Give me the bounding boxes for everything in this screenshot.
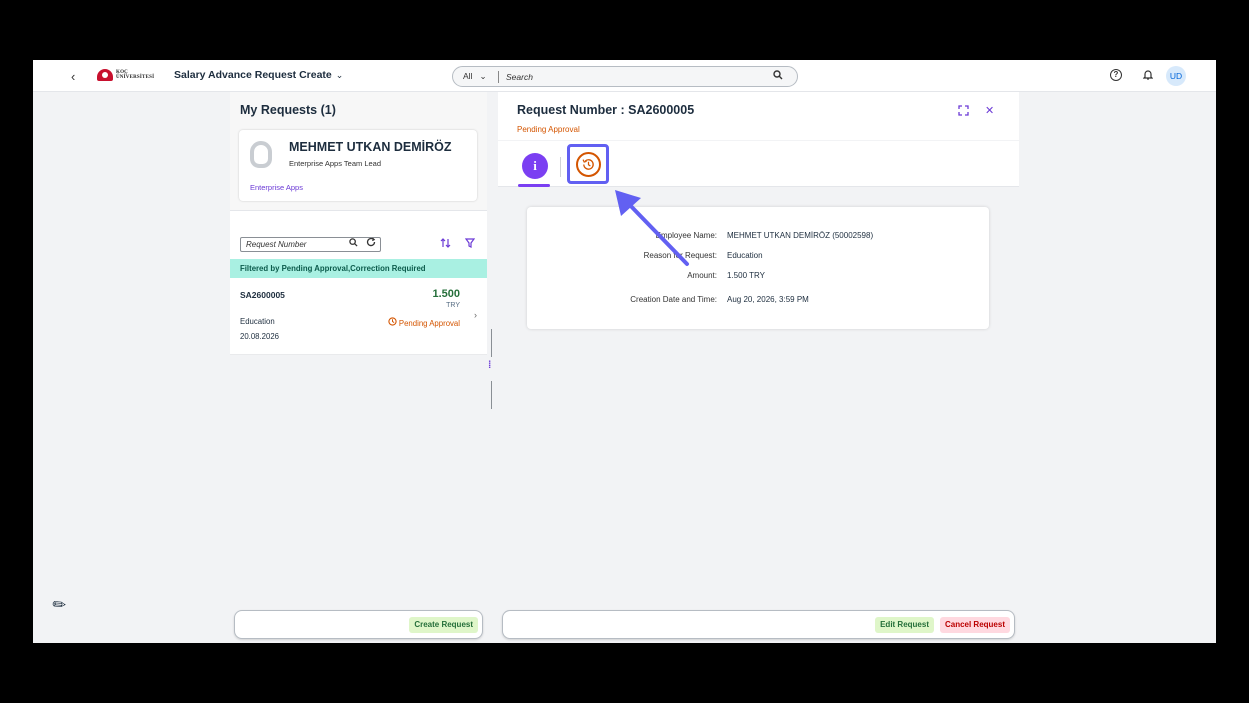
status-badge: Pending Approval — [388, 317, 460, 328]
background-area — [1019, 92, 1216, 643]
amount-label: Amount: — [687, 271, 717, 280]
created-value: Aug 20, 2026, 3:59 PM — [727, 295, 809, 304]
history-icon[interactable] — [576, 152, 601, 177]
search-scope-value: All — [463, 71, 473, 81]
requests-header: My Requests (1) MEHMET UTKAN DEMİRÖZ Ent… — [230, 92, 487, 211]
close-icon[interactable]: ✕ — [985, 104, 994, 117]
employee-name: MEHMET UTKAN DEMİRÖZ — [289, 140, 452, 154]
sort-icon[interactable] — [440, 238, 451, 251]
pane-splitter[interactable]: ⁞ — [488, 92, 496, 643]
detail-title: Request Number : SA2600005 — [517, 103, 695, 117]
list-toolbar: Request Number — [230, 211, 487, 259]
fullscreen-icon[interactable] — [958, 105, 969, 119]
shell-bar: ‹ KOÇ ÜNİVERSİTESİ Salary Advance Request… — [33, 60, 1216, 92]
help-icon[interactable]: ? — [1110, 69, 1122, 81]
request-date: 20.08.2026 — [240, 332, 280, 341]
reason-value: Education — [727, 251, 763, 260]
request-currency: TRY — [446, 302, 460, 309]
request-reason: Education — [240, 317, 275, 326]
splitter-line — [491, 329, 492, 357]
notification-bell-icon[interactable] — [1142, 69, 1154, 83]
right-footer-toolbar: Edit Request Cancel Request — [502, 610, 1015, 639]
employee-value: MEHMET UTKAN DEMİRÖZ (50002598) — [727, 231, 874, 240]
filter-icon[interactable] — [464, 238, 476, 251]
chevron-down-icon: ⌄ — [479, 71, 487, 81]
selected-tab-indicator — [518, 184, 550, 187]
list-empty-area — [230, 355, 487, 643]
amount-value: 1.500 TRY — [727, 271, 765, 280]
cancel-request-button[interactable]: Cancel Request — [939, 617, 1010, 633]
search-icon[interactable] — [773, 70, 797, 83]
app-screen: ‹ KOÇ ÜNİVERSİTESİ Salary Advance Request… — [33, 60, 1216, 643]
koc-university-logo[interactable]: KOÇ ÜNİVERSİTESİ — [97, 69, 154, 81]
request-number-search[interactable]: Request Number — [240, 237, 381, 252]
create-request-button[interactable]: Create Request — [409, 617, 478, 633]
drag-handle-icon[interactable]: ⁞ — [488, 360, 491, 371]
requests-list-pane: My Requests (1) MEHMET UTKAN DEMİRÖZ Ent… — [230, 92, 487, 643]
refresh-icon[interactable] — [366, 237, 376, 251]
detail-tabs: i — [498, 141, 1019, 187]
user-avatar[interactable]: UD — [1166, 66, 1186, 86]
edit-request-button[interactable]: Edit Request — [875, 617, 934, 633]
chevron-right-icon: › — [474, 310, 477, 320]
left-footer-toolbar: Create Request — [234, 610, 483, 639]
tab-information[interactable]: i — [522, 153, 548, 179]
person-placeholder-icon — [250, 141, 272, 168]
request-info-card: Employee Name: MEHMET UTKAN DEMİRÖZ (500… — [527, 207, 989, 329]
global-search: All ⌄ Search — [452, 66, 798, 87]
request-status: Pending Approval — [398, 319, 460, 328]
employee-card: MEHMET UTKAN DEMİRÖZ Enterprise Apps Tea… — [239, 130, 477, 201]
filter-info-bar: Filtered by Pending Approval,Correction … — [230, 259, 487, 278]
pencil-tool-icon[interactable]: ✎ — [48, 593, 71, 617]
tab-history-highlight — [567, 144, 609, 184]
detail-header: Request Number : SA2600005 Pending Appro… — [498, 92, 1019, 140]
app-title: Salary Advance Request Create — [174, 69, 332, 81]
request-search-placeholder: Request Number — [246, 240, 307, 249]
splitter-line — [491, 381, 492, 409]
detail-status: Pending Approval — [517, 125, 580, 134]
chevron-down-icon: ⌄ — [335, 70, 344, 80]
request-id: SA2600005 — [240, 290, 285, 300]
divider — [560, 157, 561, 177]
back-icon[interactable]: ‹ — [71, 69, 75, 84]
logo-line2: ÜNİVERSİTESİ — [116, 75, 155, 80]
pointer-arrow-annotation — [615, 190, 689, 266]
department-link[interactable]: Enterprise Apps — [250, 183, 303, 192]
app-title-menu[interactable]: Salary Advance Request Create ⌄ — [174, 69, 343, 81]
request-amount: 1.500 — [432, 288, 460, 300]
search-scope-select[interactable]: All ⌄ — [453, 71, 498, 82]
employee-role: Enterprise Apps Team Lead — [289, 159, 382, 168]
pending-clock-icon — [388, 317, 399, 328]
created-label: Creation Date and Time: — [630, 295, 717, 304]
list-item[interactable]: SA2600005 1.500 TRY Education Pending Ap… — [230, 278, 487, 355]
logo-mark — [97, 69, 113, 81]
page-title: My Requests (1) — [240, 103, 336, 117]
search-input[interactable]: Search — [499, 72, 773, 82]
request-detail-pane: Request Number : SA2600005 Pending Appro… — [498, 92, 1019, 643]
search-icon[interactable] — [349, 238, 358, 251]
